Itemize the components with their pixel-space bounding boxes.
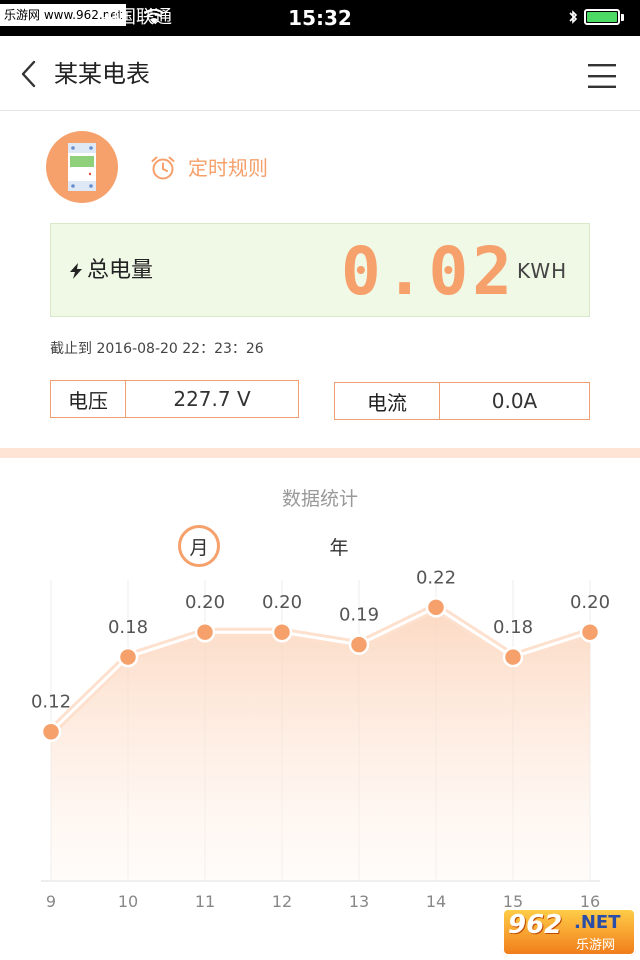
page-title: 某某电表: [54, 60, 150, 88]
chart-point[interactable]: [579, 621, 601, 643]
total-energy-label: 总电量: [87, 258, 154, 283]
chart-x-tick-label: 9: [46, 892, 56, 911]
status-bar: 乐游网 www.962.net 中国联通 15:32: [0, 0, 640, 36]
chart-point[interactable]: [117, 646, 139, 668]
total-energy-value: 0.02: [341, 242, 516, 300]
chart-data-label: 0.18: [493, 617, 533, 638]
site-watermark-logo: 962 .NET 乐游网: [502, 908, 636, 956]
chart-x-tick-label: 13: [349, 892, 369, 911]
total-energy-panel: 总电量 0.02 KWH: [50, 223, 590, 317]
device-avatar[interactable]: [46, 131, 118, 203]
watermark-net: .NET: [574, 912, 621, 933]
chart-point[interactable]: [40, 721, 62, 742]
chart-x-tick-label: 14: [426, 892, 446, 911]
nav-bar: 某某电表: [0, 36, 640, 111]
current-value: 0.0A: [491, 389, 538, 413]
stats-title: 数据统计: [281, 488, 358, 510]
alarm-clock-icon: [151, 156, 175, 180]
chart-point[interactable]: [348, 634, 370, 655]
energy-unit: KWH: [517, 259, 568, 283]
menu-icon[interactable]: [588, 64, 616, 88]
chart-x-tick-label: 10: [118, 892, 138, 911]
timer-rule-label: 定时规则: [188, 156, 268, 180]
energy-chart: 0.12 0.18 0.20 0.20 0.19 0.22 0.18 0.20 9 10 11 12…: [31, 570, 610, 911]
tab-year[interactable]: 年: [318, 525, 360, 567]
watermark-cn: 乐游网: [576, 938, 616, 953]
chart-point[interactable]: [271, 621, 293, 643]
watermark-number: 962: [508, 910, 563, 940]
chart-point[interactable]: [194, 621, 216, 643]
electric-meter-icon: [68, 143, 96, 191]
status-time: 15:32: [288, 6, 352, 30]
voltage-value: 227.7 V: [173, 387, 251, 411]
voltage-reading: 电压 227.7 V: [50, 380, 299, 418]
battery-icon: [584, 9, 620, 25]
current-label: 电流: [335, 383, 440, 419]
voltage-label: 电压: [51, 381, 126, 417]
chart-data-label: 0.20: [262, 592, 302, 613]
chart-data-label: 0.18: [108, 617, 148, 638]
section-divider: [0, 448, 640, 458]
back-arrow-icon[interactable]: [18, 60, 42, 88]
chart-x-tick-label: 12: [272, 892, 292, 911]
chart-data-label: 0.22: [416, 570, 456, 588]
reading-timestamp: 截止到 2016-08-20 22：23：26: [50, 341, 264, 357]
chart-x-tick-label: 11: [195, 892, 215, 911]
chart-data-label: 0.12: [31, 692, 71, 713]
chart-data-label: 0.20: [185, 592, 225, 613]
bluetooth-icon: [569, 10, 578, 24]
chart-data-label: 0.20: [570, 592, 610, 613]
battery-level: [587, 12, 617, 22]
chart-point[interactable]: [502, 646, 524, 668]
battery-cap: [621, 14, 624, 21]
lightning-icon: [70, 263, 82, 279]
svg-text:0.02: 0.02: [341, 242, 516, 300]
current-reading: 电流 0.0A: [334, 382, 590, 420]
chart-point[interactable]: [425, 597, 447, 618]
tab-month[interactable]: 月: [178, 525, 220, 567]
chart-data-label: 0.19: [339, 605, 379, 626]
